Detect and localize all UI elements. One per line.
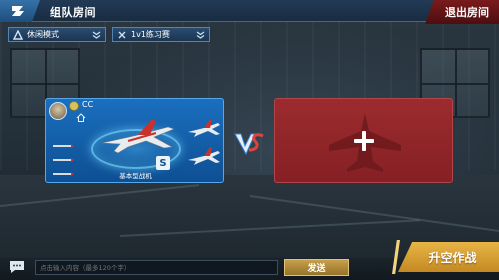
missile-icon: [53, 144, 74, 148]
missile-icon: [53, 158, 74, 162]
page-title: 组队房间: [50, 6, 96, 19]
fighter-jet-icon: [188, 147, 220, 165]
match-selector[interactable]: 1v1练习赛: [112, 27, 210, 42]
mode-selector[interactable]: 休闲模式: [8, 27, 106, 42]
match-selector-label: 1v1练习赛: [131, 30, 170, 39]
mode-selector-label: 休闲模式: [27, 30, 59, 39]
fighter-jet-icon: [101, 119, 175, 154]
player-avatar[interactable]: [49, 102, 67, 120]
game-screen: 组队房间 退出房间 休闲模式 1v1练习赛 CC S 基本型战机 点击输入内容（…: [0, 0, 499, 280]
takeoff-battle-button[interactable]: 升空作战: [398, 242, 499, 272]
add-player-icon[interactable]: [354, 131, 374, 151]
back-button[interactable]: [0, 0, 40, 22]
top-bar: 组队房间: [0, 0, 499, 22]
player-slot-card[interactable]: CC S 基本型战机: [45, 98, 224, 183]
fighter-jet-icon: [188, 119, 220, 137]
room-owner-icon: [76, 113, 86, 122]
back-arrow-icon: [12, 6, 24, 16]
player-name: CC: [82, 100, 94, 109]
chat-input[interactable]: [35, 260, 278, 275]
chat-bubble-icon[interactable]: [8, 260, 26, 274]
send-button[interactable]: 发送: [284, 259, 349, 276]
chevron-down-icon: [92, 31, 101, 39]
chevron-down-icon: [196, 31, 205, 39]
versus-icon: [234, 133, 264, 156]
match-icon: [118, 31, 126, 38]
rank-badge-icon: [69, 101, 79, 111]
empty-opponent-slot[interactable]: [274, 98, 453, 183]
exit-room-button[interactable]: 退出房间: [425, 0, 499, 24]
plane-grade-badge: S: [156, 156, 170, 170]
plane-name: 基本型战机: [119, 172, 152, 180]
mode-icon: [13, 29, 23, 40]
